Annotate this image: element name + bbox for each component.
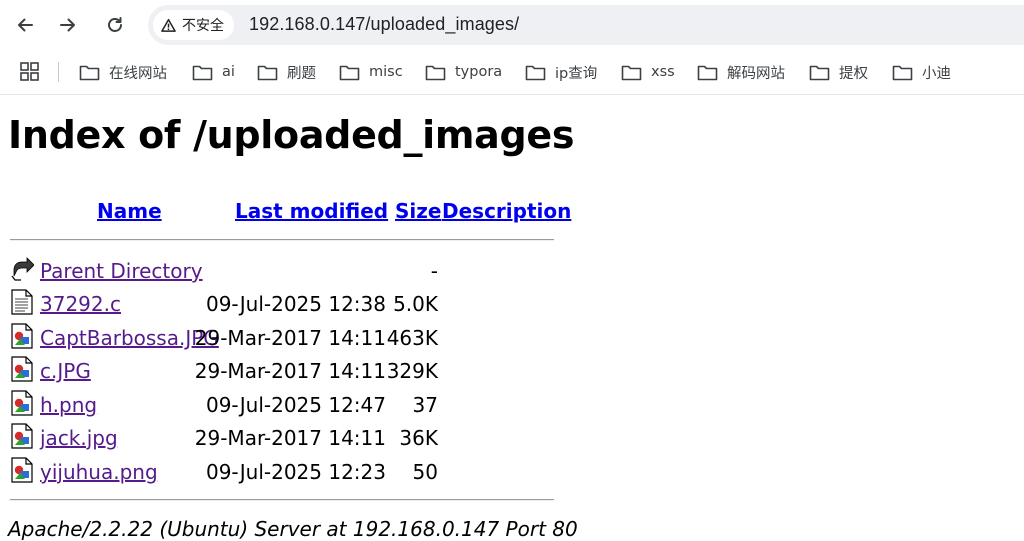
file-link[interactable]: h.png (40, 393, 97, 417)
file-modified: 29-Mar-2017 14:11 (194, 359, 386, 383)
bookmark-label: misc (369, 64, 403, 80)
folder-icon (525, 65, 546, 80)
back-button[interactable] (9, 9, 41, 41)
bookmark-folder[interactable]: 刷题 (257, 61, 316, 83)
arrow-left-icon (18, 18, 33, 32)
file-link[interactable]: c.JPG (40, 359, 91, 383)
reload-button[interactable] (99, 9, 131, 41)
bookmark-folder[interactable]: ip查询 (525, 61, 597, 83)
column-header-name[interactable]: Name (97, 199, 162, 223)
image-file-icon (11, 356, 33, 382)
column-header-description[interactable]: Description (442, 199, 571, 223)
divider (10, 239, 554, 241)
url-text[interactable]: 192.168.0.147/uploaded_images/ (249, 14, 519, 35)
table-row: Parent Directory - (0, 254, 600, 287)
bookmark-label: 提权 (839, 65, 868, 82)
address-bar[interactable]: 不安全 192.168.0.147/uploaded_images/ (148, 5, 1024, 45)
warning-icon (161, 18, 176, 32)
file-link[interactable]: 37292.c (40, 292, 121, 316)
page-content: Index of /uploaded_images Name Last modi… (0, 95, 1024, 541)
file-link[interactable]: CaptBarbossa.JPG (40, 326, 219, 350)
image-file-icon (11, 457, 33, 483)
image-file-icon (11, 323, 33, 349)
folder-icon (809, 65, 830, 80)
folder-icon (697, 65, 718, 80)
bookmark-folder[interactable]: ai (192, 61, 235, 83)
folder-icon (79, 65, 100, 80)
image-file-icon (11, 390, 33, 416)
bookmark-folder[interactable]: 解码网站 (697, 61, 785, 83)
file-size: 329K (386, 359, 438, 383)
bookmark-folder[interactable]: misc (339, 61, 403, 83)
file-modified: 09-Jul-2025 12:23 (205, 460, 386, 484)
file-modified: 29-Mar-2017 14:11 (194, 426, 386, 450)
folder-icon (192, 65, 213, 80)
file-modified: 09-Jul-2025 12:38 (205, 292, 386, 316)
file-size: 50 (412, 460, 438, 484)
column-header-size[interactable]: Size (395, 199, 441, 223)
browser-toolbar: 不安全 192.168.0.147/uploaded_images/ (0, 0, 1024, 50)
table-row: h.png 09-Jul-2025 12:47 37 (0, 388, 600, 421)
directory-listing: Name Last modified Size Description Pare… (0, 95, 1024, 541)
folder-icon (425, 65, 446, 80)
file-modified: 29-Mar-2017 14:11 (194, 326, 386, 350)
bookmarks-bar: 在线网站 ai 刷题 misc typora ip查询 xss 解码网站 提权 … (0, 50, 1024, 95)
bookmark-label: xss (651, 64, 675, 80)
file-size: 463K (386, 326, 438, 350)
file-size: 5.0K (393, 292, 438, 316)
folder-icon (892, 65, 913, 80)
folder-icon (621, 65, 642, 80)
bookmark-folder[interactable]: typora (425, 61, 502, 83)
bookmark-folder[interactable]: xss (621, 61, 675, 83)
column-header-last-modified[interactable]: Last modified (235, 199, 388, 223)
forward-button[interactable] (52, 9, 84, 41)
file-link[interactable]: yijuhua.png (40, 460, 158, 484)
folder-icon (339, 65, 360, 80)
server-signature: Apache/2.2.22 (Ubuntu) Server at 192.168… (8, 517, 578, 541)
bookmark-label: ip查询 (555, 65, 598, 82)
file-modified: 09-Jul-2025 12:47 (205, 393, 386, 417)
table-row: jack.jpg 29-Mar-2017 14:11 36K (0, 421, 600, 454)
security-label: 不安全 (182, 18, 224, 34)
file-size: 37 (412, 393, 438, 417)
bookmark-folder[interactable]: 小迪 (892, 61, 951, 83)
back-icon (11, 257, 34, 281)
apps-grid-icon[interactable] (20, 62, 39, 81)
bookmark-label: typora (455, 64, 503, 80)
file-size: - (430, 259, 438, 283)
image-file-icon (11, 423, 33, 449)
arrow-right-icon (60, 18, 75, 32)
folder-icon (257, 65, 278, 80)
table-row: CaptBarbossa.JPG 29-Mar-2017 14:11 463K (0, 321, 600, 354)
text-file-icon (11, 289, 33, 315)
bookmark-folder[interactable]: 提权 (809, 61, 868, 83)
table-row: yijuhua.png 09-Jul-2025 12:23 50 (0, 455, 600, 488)
bookmark-label: 解码网站 (727, 65, 785, 82)
file-size: 36K (399, 426, 438, 450)
divider (10, 499, 554, 501)
file-link[interactable]: jack.jpg (40, 426, 118, 450)
bookmark-folder[interactable]: 在线网站 (79, 61, 167, 83)
file-link[interactable]: Parent Directory (40, 259, 203, 283)
bookmark-label: ai (222, 64, 235, 80)
bookmarks-separator (58, 62, 59, 82)
bookmark-label: 刷题 (287, 65, 316, 82)
table-row: c.JPG 29-Mar-2017 14:11 329K (0, 354, 600, 387)
reload-icon (108, 17, 122, 32)
security-indicator[interactable]: 不安全 (153, 10, 234, 40)
table-row: 37292.c 09-Jul-2025 12:38 5.0K (0, 287, 600, 320)
bookmark-label: 小迪 (922, 65, 951, 82)
bookmark-label: 在线网站 (109, 65, 167, 82)
